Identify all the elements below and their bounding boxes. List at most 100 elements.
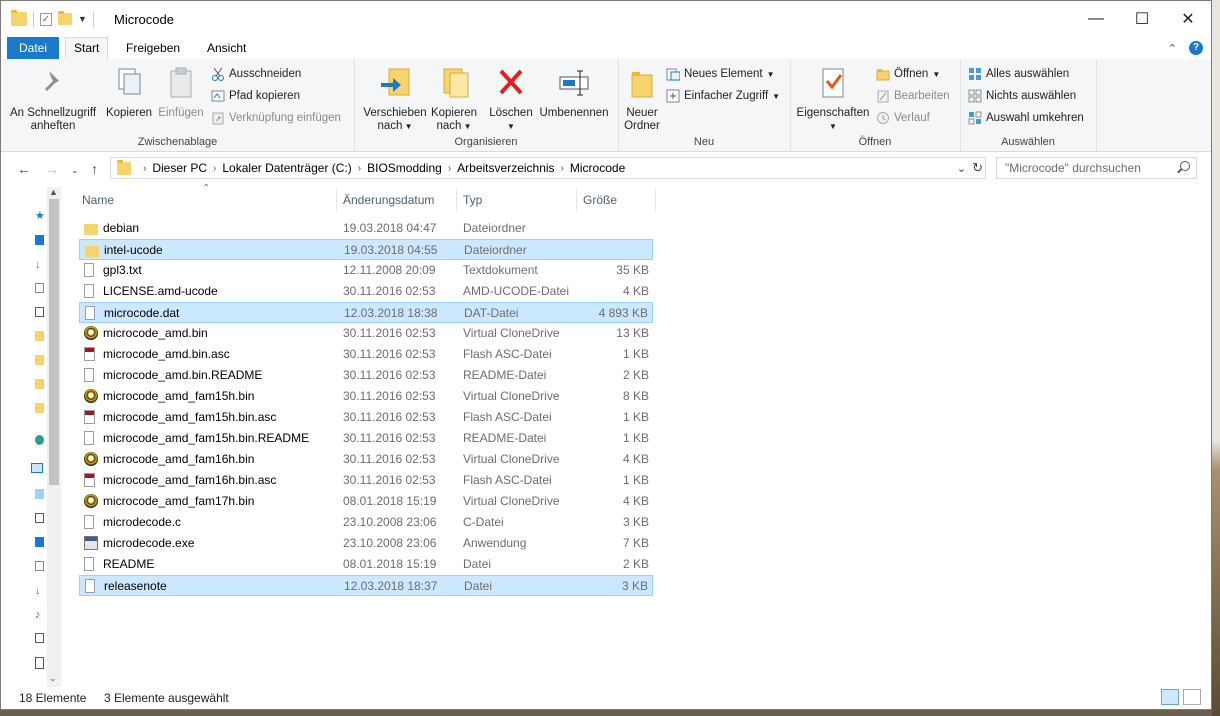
- column-header-size[interactable]: Größe: [583, 187, 617, 213]
- copy-to-button[interactable]: Kopieren nach ▼: [426, 65, 482, 133]
- music-icon[interactable]: ♪: [35, 609, 44, 621]
- search-input[interactable]: "Microcode" durchsuchen: [996, 157, 1197, 179]
- customize-toolbar-icon[interactable]: ▼: [78, 14, 87, 24]
- desktop-icon[interactable]: [35, 235, 44, 245]
- table-row[interactable]: microcode_amd.bin.asc 30.11.2016 02:53 Fla…: [79, 344, 653, 365]
- this-pc-icon[interactable]: [31, 463, 43, 473]
- folder-icon[interactable]: [35, 403, 44, 413]
- rename-icon: [558, 65, 590, 101]
- tab-ansicht[interactable]: Ansicht: [199, 37, 254, 59]
- chevron-down-icon[interactable]: ⌄: [957, 162, 966, 175]
- breadcrumb-item[interactable]: Microcode: [564, 161, 631, 175]
- scrollbar-thumb[interactable]: [49, 199, 59, 485]
- table-row[interactable]: README 08.01.2018 15:19 Datei 2 KB: [79, 554, 653, 575]
- videos-icon[interactable]: [35, 513, 44, 523]
- table-row[interactable]: microcode_amd_fam16h.bin 30.11.2016 02:53…: [79, 449, 653, 470]
- folder-icon[interactable]: [35, 331, 44, 341]
- cut-button[interactable]: Ausschneiden: [211, 67, 301, 81]
- paste-shortcut-button[interactable]: Verknüpfung einfügen: [211, 111, 341, 125]
- pictures-icon[interactable]: [35, 307, 44, 317]
- pin-quick-access-button[interactable]: An Schnellzugriff anheften: [7, 65, 99, 133]
- table-row[interactable]: microcode_amd_fam16h.bin.asc 30.11.2016 0…: [79, 470, 653, 491]
- help-icon[interactable]: ?: [1189, 41, 1203, 55]
- refresh-icon[interactable]: ↻: [972, 160, 983, 176]
- breadcrumb-item[interactable]: Lokaler Datenträger (C:): [216, 161, 357, 175]
- file-type: AMD-UCODE-Datei: [463, 284, 570, 298]
- paste-button[interactable]: Einfügen: [153, 65, 209, 120]
- table-row[interactable]: releasenote 12.03.2018 18:37 Datei 3 KB: [79, 575, 653, 596]
- select-all-button[interactable]: Alles auswählen: [968, 67, 1069, 81]
- maximize-button[interactable]: ☐: [1119, 1, 1165, 37]
- large-icons-view-icon[interactable]: [1183, 689, 1201, 705]
- table-row[interactable]: microcode_amd_fam15h.bin.asc 30.11.2016 0…: [79, 407, 653, 428]
- select-none-button[interactable]: Nichts auswählen: [968, 89, 1076, 103]
- tab-start[interactable]: Start: [65, 37, 109, 59]
- rename-button[interactable]: Umbenennen: [536, 65, 612, 120]
- 3d-objects-icon[interactable]: [35, 489, 44, 499]
- table-row[interactable]: microcode.dat 12.03.2018 18:38 DAT-Datei 4 …: [79, 302, 653, 323]
- table-row[interactable]: LICENSE.amd-ucode 30.11.2016 02:53 AMD-UCO…: [79, 281, 653, 302]
- delete-button[interactable]: Löschen ▼: [486, 65, 536, 133]
- column-header-name[interactable]: Name: [82, 187, 114, 213]
- download-icon[interactable]: ↓: [35, 585, 44, 597]
- scroll-up-icon[interactable]: ▲: [49, 187, 58, 197]
- table-row[interactable]: microdecode.c 23.10.2008 23:06 C-Datei 3 KB: [79, 512, 653, 533]
- column-divider[interactable]: [456, 189, 457, 211]
- invert-selection-button[interactable]: Auswahl umkehren: [968, 111, 1084, 125]
- folder-icon[interactable]: [35, 379, 44, 389]
- collapse-ribbon-icon[interactable]: ⌃: [1168, 42, 1177, 55]
- details-view-icon[interactable]: [1161, 689, 1179, 705]
- properties-button[interactable]: Eigenschaften ▼: [794, 65, 872, 133]
- breadcrumb-item[interactable]: Arbeitsverzeichnis: [451, 161, 560, 175]
- column-divider[interactable]: [576, 189, 577, 211]
- recent-locations-icon[interactable]: ⌄: [71, 165, 79, 176]
- desktop-icon[interactable]: [35, 537, 44, 547]
- table-row[interactable]: microcode_amd.bin 30.11.2016 02:53 Virtual…: [79, 323, 653, 344]
- edit-button[interactable]: Bearbeiten: [876, 89, 950, 103]
- address-bar[interactable]: › Dieser PC › Lokaler Datenträger (C:) ›…: [110, 157, 986, 179]
- quick-access-icon[interactable]: ★: [35, 209, 47, 222]
- breadcrumb-item[interactable]: Dieser PC: [146, 161, 213, 175]
- history-button[interactable]: Verlauf: [876, 111, 930, 125]
- back-arrow-icon[interactable]: ←: [17, 161, 31, 177]
- tab-freigeben[interactable]: Freigeben: [118, 37, 188, 59]
- tab-datei[interactable]: Datei: [7, 37, 59, 59]
- table-row[interactable]: gpl3.txt 12.11.2008 20:09 Textdokument 35 K…: [79, 260, 653, 281]
- navigation-scrollbar[interactable]: ▲ ⌄: [47, 187, 61, 687]
- table-row[interactable]: microcode_amd_fam15h.bin.README 30.11.201…: [79, 428, 653, 449]
- new-folder-button[interactable]: Neuer Ordner: [620, 65, 664, 133]
- new-folder-icon[interactable]: [58, 11, 72, 25]
- copy-path-button[interactable]: Pfad kopieren: [211, 89, 300, 103]
- column-divider[interactable]: [336, 189, 337, 211]
- copy-button[interactable]: Kopieren: [101, 65, 157, 120]
- table-row[interactable]: microcode_amd.bin.README 30.11.2016 02:53…: [79, 365, 653, 386]
- drive-icon[interactable]: [35, 657, 44, 669]
- forward-arrow-icon[interactable]: →: [45, 161, 59, 177]
- column-header-type[interactable]: Typ: [463, 187, 482, 213]
- move-to-button[interactable]: Verschieben nach ▼: [362, 65, 428, 133]
- open-icon: [876, 67, 890, 81]
- table-row[interactable]: microcode_amd_fam17h.bin 08.01.2018 15:19…: [79, 491, 653, 512]
- column-header-date[interactable]: Änderungsdatum: [343, 187, 434, 213]
- table-row[interactable]: intel-ucode 19.03.2018 04:55 Dateiordner: [79, 239, 653, 260]
- folder-icon[interactable]: [11, 10, 27, 26]
- easy-access-button[interactable]: Einfacher Zugriff ▼: [666, 89, 780, 103]
- new-item-button[interactable]: Neues Element ▼: [666, 67, 775, 81]
- documents-icon[interactable]: [35, 561, 44, 571]
- close-button[interactable]: ✕: [1165, 1, 1211, 37]
- up-arrow-icon[interactable]: ↑: [91, 161, 98, 177]
- minimize-button[interactable]: —: [1073, 1, 1119, 37]
- column-divider[interactable]: [655, 189, 656, 211]
- properties-icon[interactable]: ✓: [40, 12, 52, 26]
- onedrive-icon[interactable]: [35, 435, 44, 445]
- documents-icon[interactable]: [35, 283, 44, 293]
- pictures-icon[interactable]: [35, 633, 44, 643]
- download-icon[interactable]: ↓: [35, 259, 44, 271]
- table-row[interactable]: microdecode.exe 23.10.2008 23:06 Anwendung…: [79, 533, 653, 554]
- scroll-down-icon[interactable]: ⌄: [49, 673, 57, 684]
- table-row[interactable]: debian 19.03.2018 04:47 Dateiordner: [79, 218, 653, 239]
- breadcrumb-item[interactable]: BIOSmodding: [361, 161, 448, 175]
- open-button[interactable]: Öffnen ▼: [876, 67, 940, 81]
- table-row[interactable]: microcode_amd_fam15h.bin 30.11.2016 02:53…: [79, 386, 653, 407]
- folder-icon[interactable]: [35, 355, 44, 365]
